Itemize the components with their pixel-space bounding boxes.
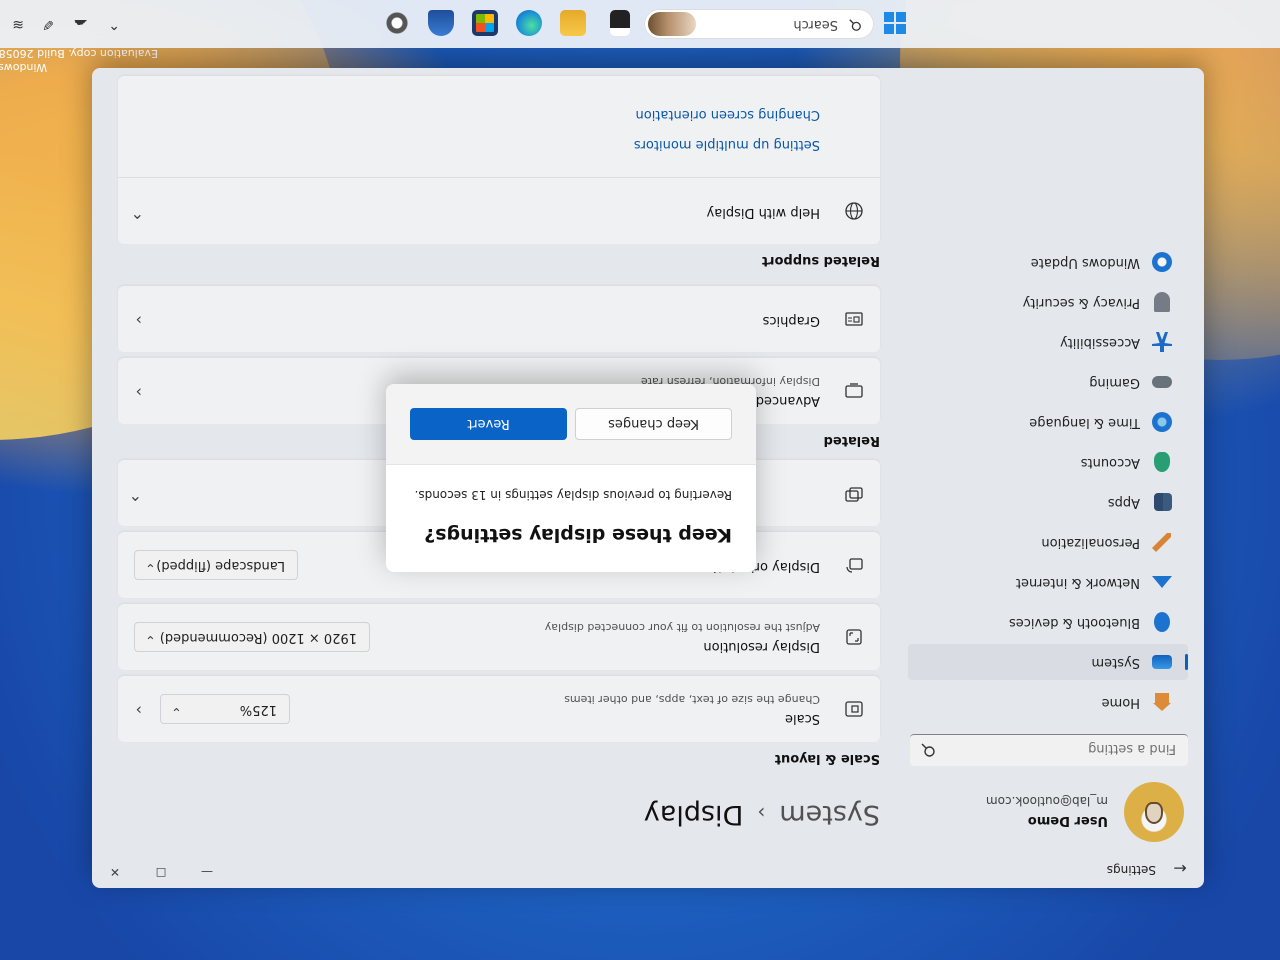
windows-logo-icon xyxy=(896,24,906,34)
settings-window: ← Settings — ☐ ✕ User Demo m_lab@outlook… xyxy=(92,68,1204,888)
desktop-screen: Windows Evaluation copy. Build 26058.c ←… xyxy=(0,0,1280,960)
dialog-footer: Keep changes Revert xyxy=(386,384,756,465)
system-tray: ⌃ ☁ ✐ ≋ xyxy=(0,0,140,48)
search-icon xyxy=(849,19,861,31)
settings-icon[interactable] xyxy=(384,10,410,36)
taskbar-search-label: Search xyxy=(793,17,838,32)
chevron-up-icon[interactable]: ⌃ xyxy=(108,16,120,32)
windows-logo-icon xyxy=(884,24,894,34)
copilot-icon[interactable] xyxy=(428,10,454,36)
start-button[interactable] xyxy=(884,12,906,34)
dialog-title: Keep these display settings? xyxy=(424,524,732,546)
watermark-line-2: Evaluation copy. Build 26058.c xyxy=(0,47,158,60)
pen-icon[interactable]: ✐ xyxy=(42,16,54,32)
cloud-icon[interactable]: ☁ xyxy=(74,16,88,32)
taskbar-search[interactable]: Search xyxy=(644,9,874,39)
revert-button[interactable]: Revert xyxy=(410,408,567,440)
taskbar: Search ⌃ ☁ ✐ ≋ xyxy=(0,0,1280,48)
edge-icon[interactable] xyxy=(516,10,542,36)
folder-icon[interactable] xyxy=(560,10,586,36)
windows-logo-icon xyxy=(896,12,906,22)
keep-display-settings-dialog: Keep these display settings? Reverting t… xyxy=(386,384,756,572)
keep-changes-button[interactable]: Keep changes xyxy=(575,408,732,440)
task-view-icon[interactable] xyxy=(610,10,630,36)
windows-logo-icon xyxy=(884,12,894,22)
dialog-message: Reverting to previous display settings i… xyxy=(414,488,732,502)
stack-icon[interactable]: ≋ xyxy=(12,16,24,32)
store-icon[interactable] xyxy=(472,10,498,36)
search-highlight-image xyxy=(648,12,696,36)
